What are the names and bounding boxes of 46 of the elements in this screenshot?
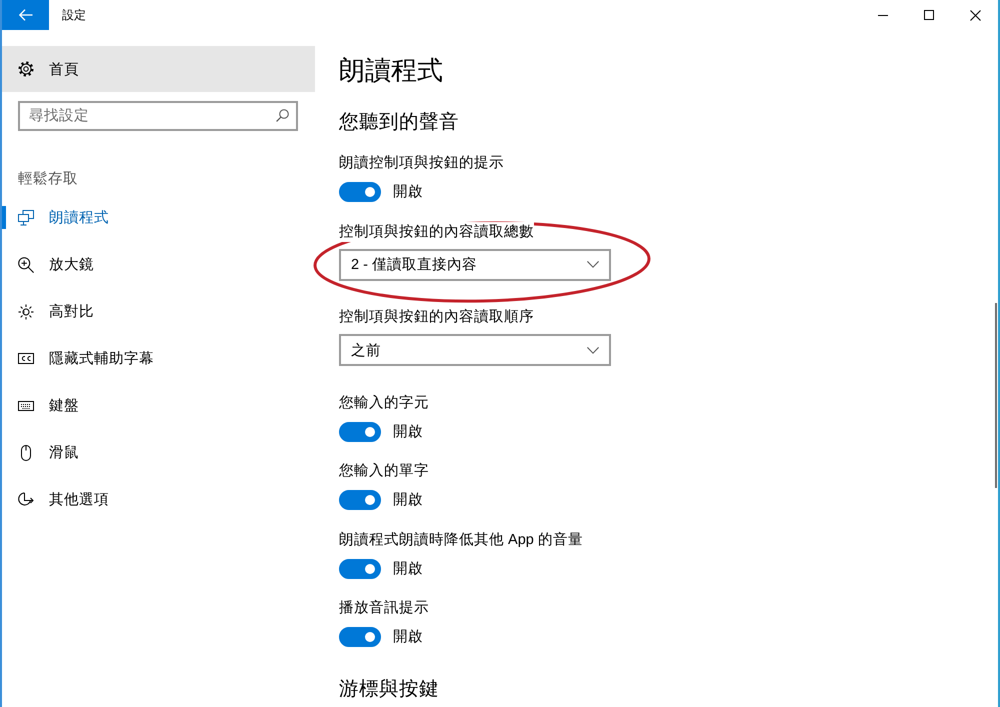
page-title: 朗讀程式 bbox=[339, 54, 443, 87]
category-label: 輕鬆存取 bbox=[18, 170, 79, 189]
setting-label: 控制項與按鈕的內容讀取總數 bbox=[339, 222, 534, 242]
sun-icon bbox=[18, 304, 34, 320]
toggle-state-label: 開啟 bbox=[393, 628, 423, 647]
search-icon bbox=[276, 109, 289, 122]
nav-item[interactable]: 鍵盤 bbox=[2, 382, 315, 429]
search-field[interactable]: 尋找設定 bbox=[18, 101, 298, 131]
nav-item[interactable]: 朗讀程式 bbox=[2, 194, 315, 241]
minimize-icon bbox=[878, 14, 888, 16]
mouse-icon bbox=[21, 444, 31, 460]
nav-item[interactable]: 隱藏式輔助字幕 bbox=[2, 335, 315, 382]
setting-label: 朗讀程式朗讀時降低其他 App 的音量 bbox=[339, 530, 583, 550]
nav-item[interactable]: 滑鼠 bbox=[2, 429, 315, 476]
chevron-down-icon bbox=[587, 261, 599, 268]
nav-item[interactable]: 放大鏡 bbox=[2, 241, 315, 288]
back-button[interactable] bbox=[2, 0, 49, 30]
keyboard-icon bbox=[18, 400, 34, 410]
maximize-icon bbox=[924, 10, 934, 20]
scrollbar-thumb[interactable] bbox=[995, 303, 997, 488]
toggle-switch[interactable] bbox=[339, 558, 381, 578]
section-heading: 游標與按鍵 bbox=[339, 677, 439, 702]
setting-label: 您輸入的字元 bbox=[339, 392, 429, 412]
section-heading: 您聽到的聲音 bbox=[339, 110, 459, 135]
toggle-state-label: 開啟 bbox=[393, 560, 423, 578]
back-arrow-icon bbox=[18, 9, 32, 21]
monitor-icon bbox=[18, 210, 34, 226]
window-title: 設定 bbox=[62, 6, 86, 24]
dropdown[interactable]: 之前 bbox=[339, 334, 611, 366]
gear-icon bbox=[18, 61, 34, 77]
circular-arrow-icon bbox=[18, 492, 34, 507]
toggle-state-label: 開啟 bbox=[393, 491, 423, 510]
closed-captions-icon bbox=[18, 353, 34, 364]
zoom-in-icon bbox=[18, 256, 34, 272]
toggle-state-label: 開啟 bbox=[393, 422, 423, 442]
home-button[interactable]: 首頁 bbox=[2, 46, 315, 92]
chevron-down-icon bbox=[587, 346, 599, 354]
toggle-switch[interactable] bbox=[339, 182, 381, 202]
toggle-switch[interactable] bbox=[339, 422, 381, 442]
toggle-switch[interactable] bbox=[339, 627, 381, 647]
dropdown[interactable]: 2 - 僅讀取直接內容 bbox=[339, 248, 611, 280]
nav-item[interactable]: 高對比 bbox=[2, 288, 315, 335]
toggle-switch[interactable] bbox=[339, 490, 381, 510]
nav-item[interactable]: 其他選項 bbox=[2, 476, 315, 523]
toggle-state-label: 開啟 bbox=[393, 183, 423, 202]
close-icon bbox=[970, 10, 980, 20]
